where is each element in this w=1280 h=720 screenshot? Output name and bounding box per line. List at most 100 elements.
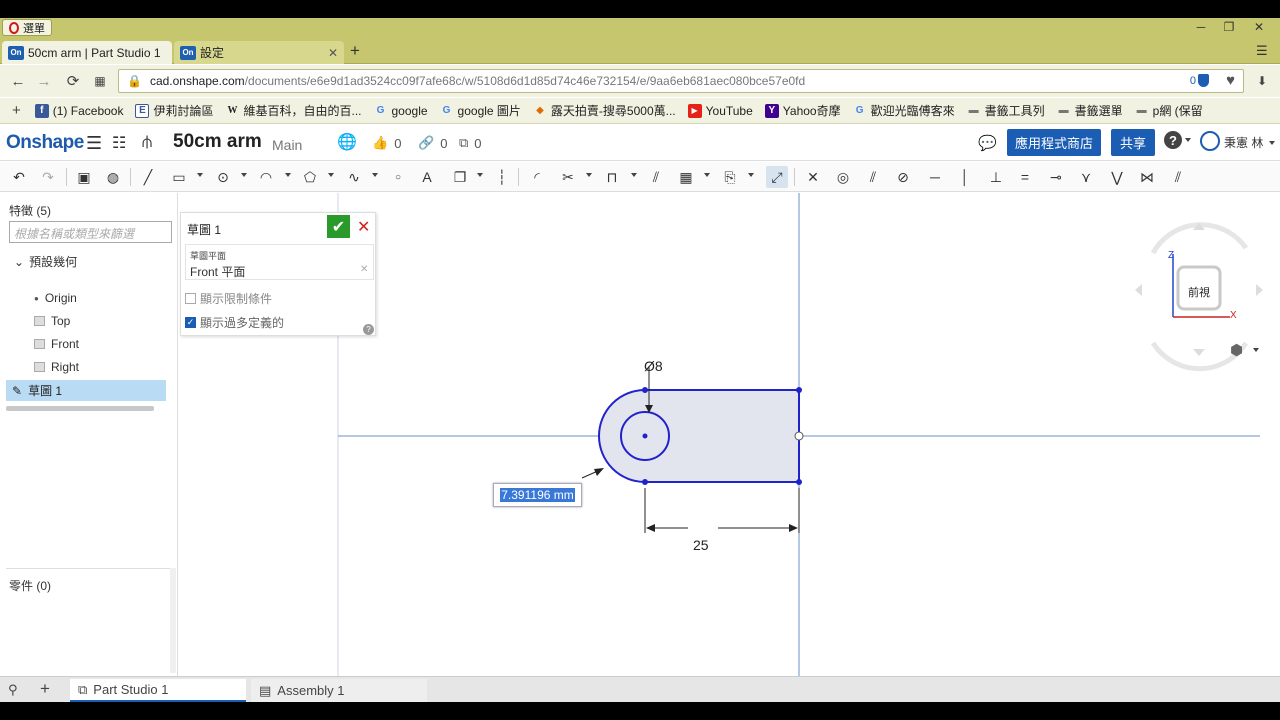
pattern-dropdown-icon[interactable] [704, 173, 710, 177]
tangent-icon[interactable]: ⊘ [892, 166, 914, 188]
download-icon[interactable]: ⬇ [1252, 71, 1272, 91]
undo-icon[interactable]: ↶ [8, 166, 30, 188]
fillet-tool-icon[interactable]: ◜ [526, 166, 548, 188]
clear-plane-icon[interactable]: ✕ [360, 264, 368, 275]
arc-dropdown-icon[interactable] [285, 173, 291, 177]
opera-menu-button[interactable]: 選單 [2, 19, 52, 36]
reload-button[interactable]: ⟳ [63, 71, 83, 91]
pierce-icon[interactable]: ⋁ [1106, 166, 1128, 188]
cancel-x-icon[interactable]: ✕ [357, 217, 370, 237]
dimension-input-field[interactable]: 7.391196 mm [493, 483, 582, 507]
bookmark-youtube[interactable]: ▶ YouTube [687, 103, 753, 118]
help-dropdown-icon[interactable] [1185, 138, 1191, 142]
feature-list-icon[interactable]: ☷ [112, 133, 126, 153]
pattern-tool-icon[interactable]: ▦ [675, 166, 697, 188]
view-cube[interactable] [1135, 222, 1280, 537]
forward-button[interactable]: → [34, 71, 54, 91]
show-overdefined-option[interactable]: ✓ 顯示過多定義的 [185, 314, 284, 331]
user-dropdown-icon[interactable] [1269, 141, 1275, 145]
help-icon[interactable]: ? [1164, 131, 1182, 149]
links-counter[interactable]: 🔗 0 [418, 135, 447, 151]
transform-tool-icon[interactable]: ⫽ [645, 166, 667, 188]
globe-icon[interactable]: 🌐 [337, 132, 357, 152]
view-dropdown-icon[interactable] [1253, 348, 1259, 352]
point-tool-icon[interactable]: ○ [387, 166, 409, 188]
browser-tab-settings[interactable]: On 設定 ✕ [174, 41, 344, 64]
bookmark-folder-menu[interactable]: ▬ 書籤選單 [1057, 102, 1123, 119]
tab-assembly-1[interactable]: ▤ Assembly 1 [251, 679, 427, 702]
bookmark-wikipedia[interactable]: W 維基百科，自由的百... [225, 102, 361, 119]
bookmark-google-images[interactable]: G google 圖片 [440, 102, 521, 119]
comment-icon[interactable]: 💬 [978, 134, 997, 152]
offset-tool-icon[interactable]: ⊓ [601, 166, 623, 188]
bookmark-google[interactable]: G google [374, 104, 428, 118]
vertical-icon[interactable]: │ [954, 166, 976, 188]
view-cube-menu-icon[interactable]: ⬢ [1230, 341, 1243, 359]
close-tab-icon[interactable]: ✕ [328, 46, 338, 60]
diameter-dimension-label[interactable]: Ø8 [644, 358, 663, 374]
new-sketch-icon[interactable]: ▣ [73, 166, 95, 188]
add-tab-icon[interactable]: + [40, 679, 50, 699]
user-name[interactable]: 秉憲 林 [1224, 134, 1263, 151]
equal-icon[interactable]: = [1014, 166, 1036, 188]
speed-dial-icon[interactable]: ▦ [90, 71, 110, 91]
tree-item-origin[interactable]: ● Origin [34, 291, 77, 305]
help-small-icon[interactable]: ? [363, 324, 374, 335]
circle-dropdown-icon[interactable] [241, 173, 247, 177]
show-constraints-option[interactable]: 顯示限制條件 [185, 290, 272, 307]
tree-item-sketch-1[interactable]: ✎ 草圖 1 [6, 380, 166, 401]
accept-check-icon[interactable]: ✔ [327, 215, 350, 238]
polygon-tool-icon[interactable]: ⬠ [299, 166, 321, 188]
fix-icon[interactable]: ⫽ [1167, 166, 1189, 188]
bookmark-heart-icon[interactable]: ♥ [1226, 72, 1235, 89]
document-name[interactable]: 50cm arm [173, 131, 262, 153]
rectangle-dropdown-icon[interactable] [197, 173, 203, 177]
construction-icon[interactable]: ❐ [449, 166, 471, 188]
arc-tool-icon[interactable]: ◠ [255, 166, 277, 188]
bookmark-fukelai[interactable]: G 歡迎光臨傅客來 [853, 102, 955, 119]
show-constraints-checkbox[interactable] [185, 293, 196, 304]
tree-item-top[interactable]: Top [34, 314, 70, 328]
text-tool-icon[interactable]: A [416, 166, 438, 188]
bookmark-eyny[interactable]: E 伊莉討論區 [135, 102, 213, 119]
adblock-shield-icon[interactable]: 0 [1190, 74, 1209, 87]
default-geometry-group[interactable]: ⌄ 預設幾何 [14, 253, 77, 270]
bookmark-yahoo[interactable]: Y Yahoo奇摩 [764, 102, 841, 119]
show-overdefined-checkbox[interactable]: ✓ [185, 317, 196, 328]
tab-manager-icon[interactable]: ⚲ [8, 682, 18, 698]
length-dimension-label[interactable]: 25 [693, 537, 709, 553]
bookmark-folder-toolbar[interactable]: ▬ 書籤工具列 [967, 102, 1045, 119]
user-avatar-icon[interactable] [1200, 131, 1220, 151]
bookmark-folder-p[interactable]: ▬ p網 (保留 [1135, 102, 1203, 119]
url-field[interactable]: 🔒 cad.onshape.com /documents/e6e9d1ad352… [118, 69, 1244, 93]
likes-counter[interactable]: 👍 0 [372, 135, 401, 151]
bookmark-ruten[interactable]: ◆ 露天拍賣-搜尋5000萬... [533, 102, 676, 119]
tree-item-right[interactable]: Right [34, 360, 79, 374]
hamburger-menu-icon[interactable]: ☰ [86, 133, 102, 154]
spline-dropdown-icon[interactable] [372, 173, 378, 177]
tab-menu-icon[interactable]: ☰ [1256, 43, 1268, 59]
rectangle-tool-icon[interactable]: ▭ [168, 166, 190, 188]
copies-counter[interactable]: ⧉ 0 [459, 135, 482, 151]
sketch-plane-box[interactable]: 草圖平面 Front 平面 ✕ [185, 244, 374, 280]
parallel-icon[interactable]: ⫽ [862, 166, 884, 188]
feature-filter-input[interactable]: 根據名稱或類型來篩選 [9, 221, 172, 243]
maximize-button[interactable]: ❐ [1215, 18, 1243, 36]
add-bookmark-icon[interactable]: + [12, 102, 21, 119]
polygon-dropdown-icon[interactable] [328, 173, 334, 177]
perpendicular-icon[interactable]: ⊥ [985, 166, 1007, 188]
circle-tool-icon[interactable]: ⊙ [212, 166, 234, 188]
close-window-button[interactable]: ✕ [1245, 18, 1273, 36]
insert-part-icon[interactable]: ⫛ [142, 132, 152, 152]
panel-scrollbar[interactable] [170, 568, 176, 673]
view-cube-front-label[interactable]: 前視 [1188, 284, 1210, 300]
tree-item-front[interactable]: Front [34, 337, 79, 351]
import-dropdown-icon[interactable] [748, 173, 754, 177]
onshape-logo[interactable]: Onshape [6, 132, 84, 154]
new-tab-button[interactable]: + [350, 41, 360, 61]
app-store-button[interactable]: 應用程式商店 [1007, 129, 1101, 156]
rollback-bar[interactable] [6, 406, 154, 411]
midpoint-icon[interactable]: ⊸ [1045, 166, 1067, 188]
spline-tool-icon[interactable]: ∿ [343, 166, 365, 188]
share-button[interactable]: 共享 [1111, 129, 1155, 156]
